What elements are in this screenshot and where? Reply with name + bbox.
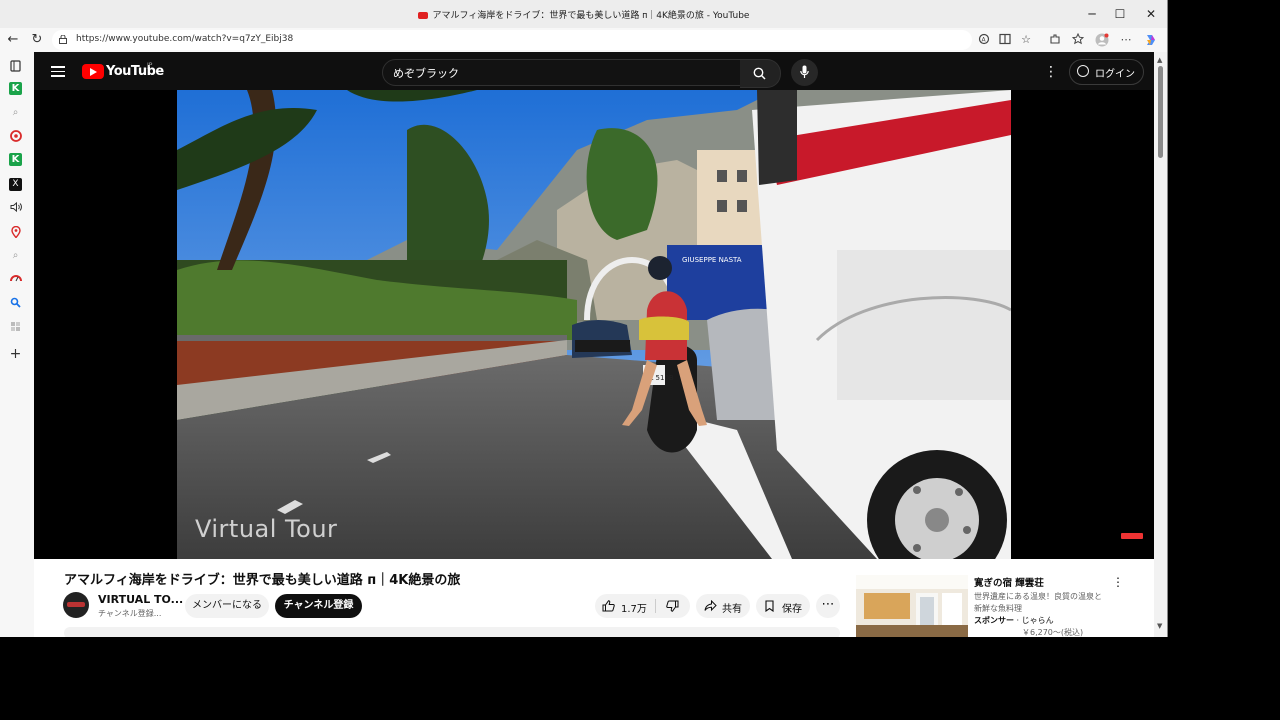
speaker-icon[interactable]: [9, 201, 22, 214]
video-title: アマルフィ海岸をドライブ：世界で最も美しい道路 ᴨ｜4K絶景の旅: [64, 573, 461, 588]
menu-icon[interactable]: [51, 66, 65, 77]
youtube-header: YouTube JP めぞブラック ⋮ ログイン: [34, 52, 1154, 90]
like-dislike-group: 1.7万: [595, 594, 690, 618]
more-actions-button[interactable]: ⋯: [816, 594, 840, 618]
video-info-area: アマルフィ海岸をドライブ：世界で最も美しい道路 ᴨ｜4K絶景の旅 VIRTUAL…: [34, 559, 1154, 637]
account-circle-icon: [1077, 65, 1089, 77]
paid-promotion-badge-icon: [1121, 533, 1143, 539]
ad-title[interactable]: 寛ぎの宿 輝雲荘: [974, 575, 1044, 589]
search-icon: [753, 67, 766, 80]
refresh-button[interactable]: ↻: [28, 31, 46, 49]
youtube-favicon-icon: [417, 12, 428, 19]
close-button[interactable]: ✕: [1136, 4, 1166, 24]
ad-sponsor-separator: ·: [1014, 616, 1022, 625]
green-k-app-icon[interactable]: K: [9, 82, 22, 95]
video-watermark: Virtual Tour: [195, 515, 338, 543]
microphone-icon: [800, 65, 809, 78]
save-button[interactable]: 保存: [756, 594, 810, 618]
video-scene-image: GIUSEPPE NASTA GL 510B: [177, 90, 1011, 559]
copilot-icon[interactable]: [1144, 33, 1158, 47]
thumbs-down-icon: [666, 600, 679, 612]
search-small-icon-2[interactable]: ⌕: [9, 249, 22, 262]
notebook-icon[interactable]: [9, 60, 22, 73]
login-button[interactable]: ログイン: [1069, 59, 1144, 85]
channel-name[interactable]: VIRTUAL TO...: [98, 593, 183, 606]
ad-sponsor-label: スポンサー: [974, 616, 1014, 625]
video-frame[interactable]: GIUSEPPE NASTA GL 510B Virtual Tour: [177, 90, 1011, 559]
red-circle-app-icon[interactable]: [9, 130, 22, 143]
search-input[interactable]: めぞブラック: [382, 59, 741, 86]
url-text: https://www.youtube.com/watch?v=q7zY_Eib…: [76, 34, 294, 44]
ad-description: 世界遺産にある温泉！良質の温泉と新鮮な魚料理: [974, 592, 1102, 613]
youtube-logo-icon[interactable]: [82, 64, 104, 79]
minimize-button[interactable]: ─: [1077, 4, 1107, 24]
ad-sponsor-line: スポンサー · じゃらん: [974, 615, 1054, 626]
map-pin-icon[interactable]: [9, 225, 22, 239]
description-box[interactable]: [64, 627, 840, 637]
gauge-icon[interactable]: [9, 273, 22, 286]
window-title-text: アマルフィ海岸をドライブ：世界で最も美しい道路 ᴨ｜4K絶景の旅 - YouTu…: [432, 11, 750, 21]
like-button[interactable]: 1.7万: [595, 594, 655, 618]
read-aloud-icon[interactable]: A: [977, 33, 991, 47]
profile-icon[interactable]: [1095, 33, 1109, 47]
bookmark-icon: [765, 600, 774, 612]
browser-sidebar: K ⌕ K X ⌕ +: [0, 52, 32, 637]
ad-thumbnail[interactable]: [856, 575, 968, 637]
ad-menu-icon[interactable]: ⋮: [1112, 575, 1124, 589]
svg-text:GIUSEPPE NASTA: GIUSEPPE NASTA: [682, 256, 742, 264]
lock-icon: [59, 35, 67, 44]
scroll-down-arrow-icon[interactable]: ▼: [1157, 622, 1162, 630]
scroll-up-arrow-icon[interactable]: ▲: [1157, 56, 1162, 64]
add-icon[interactable]: +: [9, 347, 22, 361]
window-title: アマルフィ海岸をドライブ：世界で最も美しい道路 ᴨ｜4K絶景の旅 - YouTu…: [0, 8, 1167, 21]
settings-kebab-icon[interactable]: ⋮: [1044, 64, 1058, 80]
share-label: 共有: [722, 604, 742, 615]
back-button[interactable]: ←: [4, 31, 22, 49]
svg-text:A: A: [982, 37, 987, 44]
join-membership-button[interactable]: メンバーになる: [185, 594, 269, 618]
login-label: ログイン: [1095, 69, 1135, 80]
thumbs-up-icon: [602, 600, 615, 612]
extensions-icon[interactable]: [1048, 33, 1062, 47]
collections-icon[interactable]: [1071, 32, 1085, 47]
favorite-star-icon[interactable]: ☆: [1019, 33, 1033, 47]
channel-subscriber-count: チャンネル登録...: [98, 609, 162, 618]
save-label: 保存: [782, 604, 802, 615]
voice-search-button[interactable]: [791, 59, 818, 86]
more-icon[interactable]: ⋯: [1119, 33, 1133, 47]
search-button[interactable]: [740, 59, 781, 88]
scroll-thumb[interactable]: [1158, 66, 1163, 158]
subscribe-button[interactable]: チャンネル登録: [275, 594, 362, 618]
search-small-icon[interactable]: ⌕: [9, 106, 22, 119]
youtube-wordmark[interactable]: YouTube: [106, 64, 164, 79]
address-bar-row: ← ↻ https://www.youtube.com/watch?v=q7zY…: [0, 28, 1167, 52]
ad-advertiser: じゃらん: [1021, 616, 1054, 625]
share-icon: [704, 600, 717, 612]
browser-window: アマルフィ海岸をドライブ：世界で最も美しい道路 ᴨ｜4K絶景の旅 - YouTu…: [0, 0, 1168, 637]
x-app-icon[interactable]: X: [9, 178, 22, 191]
search-blue-icon[interactable]: [9, 297, 22, 310]
ad-price: ￥6,270〜(税込): [1022, 628, 1084, 637]
maximize-button[interactable]: ☐: [1105, 4, 1135, 24]
split-screen-icon[interactable]: [998, 33, 1012, 47]
green-k-app-icon-2[interactable]: K: [9, 153, 22, 166]
like-count: 1.7万: [621, 604, 647, 615]
share-button[interactable]: 共有: [696, 594, 750, 618]
grid-app-icon[interactable]: [9, 321, 22, 334]
page-scrollbar[interactable]: ▲ ▼: [1154, 52, 1167, 637]
search-query: めぞブラック: [393, 67, 459, 80]
channel-avatar[interactable]: [63, 592, 89, 618]
youtube-page: YouTube JP めぞブラック ⋮ ログイン GIUSEPPE NASTA …: [34, 52, 1154, 637]
title-bar: アマルフィ海岸をドライブ：世界で最も美しい道路 ᴨ｜4K絶景の旅 - YouTu…: [0, 0, 1167, 28]
dislike-button[interactable]: [656, 594, 690, 618]
video-player[interactable]: GIUSEPPE NASTA GL 510B Virtual Tour: [34, 90, 1154, 559]
region-code: JP: [147, 62, 153, 69]
sponsored-ad-card[interactable]: 寛ぎの宿 輝雲荘 世界遺産にある温泉！良質の温泉と新鮮な魚料理 スポンサー · …: [856, 575, 1146, 637]
ad-thumbnail-image: [856, 575, 968, 637]
url-field[interactable]: https://www.youtube.com/watch?v=q7zY_Eib…: [52, 30, 972, 50]
